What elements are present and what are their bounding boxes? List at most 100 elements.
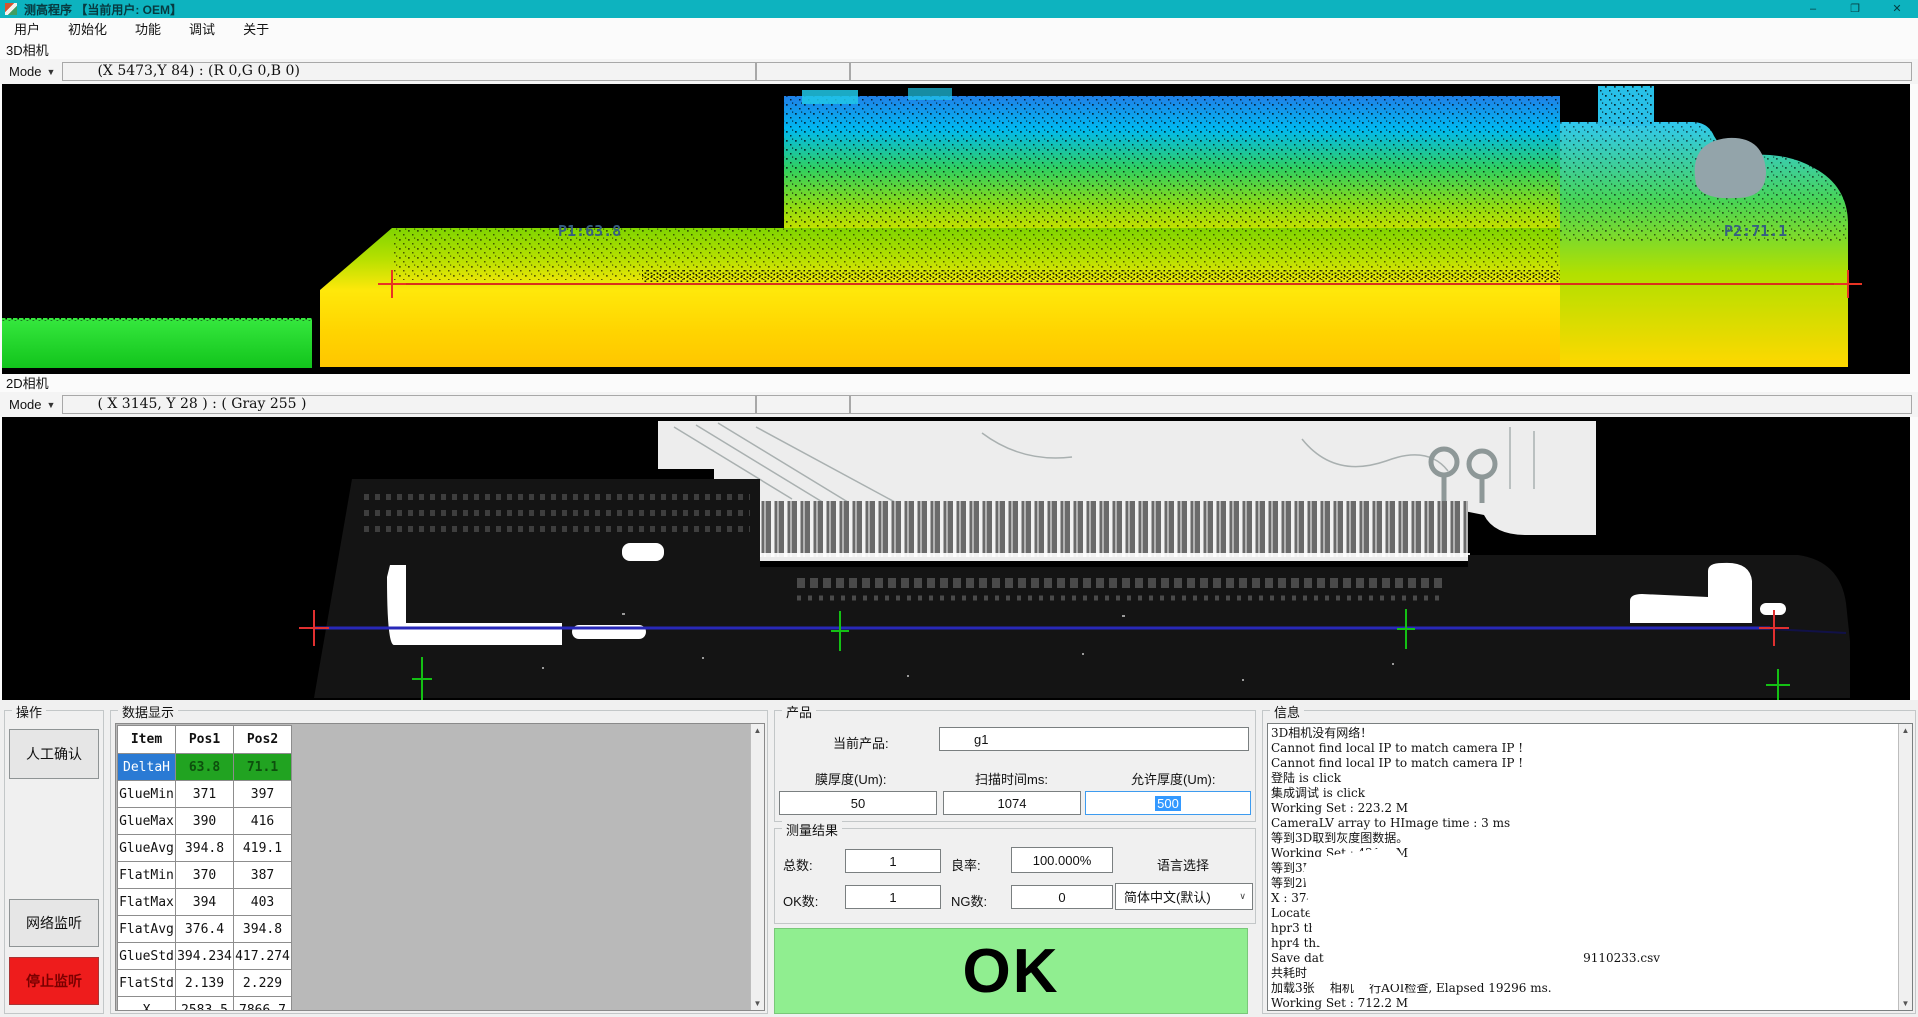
grayscale-2d-image (2, 417, 1910, 700)
info-group-label: 信息 (1270, 702, 1304, 721)
table-row[interactable]: FlatStd 2.139 2.229 (118, 970, 292, 997)
menu-bar: 用户 初始化 功能 调试 关于 (0, 18, 1918, 42)
chevron-down-icon: ∨ (1239, 891, 1246, 902)
scroll-up-icon[interactable]: ▲ (1899, 724, 1912, 737)
total-label: 总数: (783, 855, 813, 874)
menu-item-about[interactable]: 关于 (229, 18, 283, 42)
toolbar-cell (756, 62, 850, 81)
menu-item-debug[interactable]: 调试 (175, 18, 229, 42)
heightmap-3d-image: P1:63.8 P2:71.1 (2, 84, 1910, 374)
product-group-label: 产品 (782, 702, 816, 721)
log-line: 3D相机没有网络！ (1271, 726, 1896, 741)
p1-annotation: P1:63.8 (558, 222, 621, 240)
results-group-label: 测量结果 (782, 820, 842, 839)
table-row[interactable]: FlatMin 370 387 (118, 862, 292, 889)
connector-pins (648, 501, 1468, 557)
window-title: 测高程序 【当前用户: OEM】 (24, 1, 182, 18)
col-header-pos1: Pos1 (176, 726, 234, 754)
app-icon (5, 3, 17, 15)
table-row[interactable]: GlueStd 394.234 417.274 (118, 943, 292, 970)
language-select[interactable]: 简体中文(默认) ∨ (1115, 883, 1253, 910)
table-row[interactable]: GlueMax 390 416 (118, 808, 292, 835)
ng-count-field[interactable]: 0 (1011, 885, 1113, 909)
allow-thickness-field[interactable]: 500 (1085, 791, 1251, 815)
chevron-down-icon: ▼ (47, 400, 56, 410)
mode-dropdown-2d[interactable]: Mode ▼ (2, 393, 62, 416)
scroll-down-icon[interactable]: ▼ (1899, 997, 1912, 1010)
table-row[interactable]: FlatAvg 376.4 394.8 (118, 916, 292, 943)
current-product-label: 当前产品: (833, 733, 889, 752)
mode-label: Mode (9, 397, 42, 412)
ok-count-field[interactable]: 1 (845, 885, 941, 909)
log-scrollbar[interactable]: ▲ ▼ (1898, 724, 1912, 1010)
minimize-icon[interactable]: – (1792, 0, 1834, 18)
camera-3d-toolbar: Mode ▼ (X 5473,Y 84) : (R 0,G 0,B 0) (0, 59, 1918, 84)
network-listen-button[interactable]: 网络监听 (9, 899, 99, 947)
bottom-panel: 操作 人工确认 网络监听 停止监听 数据显示 Item Pos1 Pos2 De… (0, 700, 1918, 1017)
p2-annotation: P2:71.1 (1724, 222, 1787, 240)
table-header-row: Item Pos1 Pos2 (118, 726, 292, 754)
log-line: Cannot find local IP to match camera IP … (1271, 741, 1896, 756)
toolbar-cell (850, 395, 1912, 414)
table-row[interactable]: DeltaH 63.8 71.1 (118, 754, 292, 781)
log-line: 登陆 is click (1271, 771, 1896, 786)
camera-3d-view[interactable]: P1:63.8 P2:71.1 (2, 84, 1910, 374)
camera-2d-toolbar: Mode ▼ ( X 3145, Y 28 ) : ( Gray 255 ) (0, 392, 1918, 417)
camera-3d-section-label: 3D相机 (6, 42, 49, 59)
log-line: 集成调试 is click (1271, 786, 1896, 801)
measurement-table[interactable]: Item Pos1 Pos2 DeltaH 63.8 71.1 GlueMin … (115, 723, 765, 1011)
menu-item-function[interactable]: 功能 (121, 18, 175, 42)
ng-count-label: NG数: (951, 891, 987, 910)
log-line: Working Set : 223.2 M (1271, 801, 1896, 816)
mode-dropdown-3d[interactable]: Mode ▼ (2, 60, 62, 83)
stop-listen-button[interactable]: 停止监听 (9, 957, 99, 1005)
result-status-text: OK (963, 936, 1060, 1007)
col-header-pos2: Pos2 (234, 726, 292, 754)
log-area[interactable]: 3D相机没有网络！ Cannot find local IP to match … (1267, 723, 1913, 1011)
yield-field[interactable]: 100.000% (1011, 847, 1113, 873)
scan-time-field[interactable]: 1074 (943, 791, 1081, 815)
log-line: 等到3D取到灰度图数据。 (1271, 831, 1896, 846)
info-group: 信息 3D相机没有网络！ Cannot find local IP to mat… (1262, 710, 1916, 1014)
col-header-item: Item (118, 726, 176, 754)
film-thickness-field[interactable]: 50 (779, 791, 937, 815)
menu-item-init[interactable]: 初始化 (54, 18, 121, 42)
table-row[interactable]: X 2583.5 7866.7 (118, 997, 292, 1011)
total-field[interactable]: 1 (845, 849, 941, 873)
table-row[interactable]: FlatMax 394 403 (118, 889, 292, 916)
film-thickness-label: 膜厚度(Um): (815, 769, 887, 788)
application-window: 测高程序 【当前用户: OEM】 – ❐ ✕ 用户 初始化 功能 调试 关于 3… (0, 0, 1918, 1017)
close-icon[interactable]: ✕ (1876, 0, 1918, 18)
table-scrollbar[interactable]: ▲ ▼ (750, 724, 764, 1010)
pixel-readout-3d: (X 5473,Y 84) : (R 0,G 0,B 0) (62, 62, 756, 81)
operation-group: 操作 人工确认 网络监听 停止监听 (4, 710, 104, 1014)
redaction-scribble (1330, 962, 1434, 984)
results-group: 测量结果 总数: 1 良率: 100.000% 语言选择 OK数: 1 NG数:… (774, 828, 1256, 924)
allow-thickness-label: 允许厚度(Um): (1131, 769, 1216, 788)
restore-icon[interactable]: ❐ (1834, 0, 1876, 18)
current-product-field[interactable]: g1 (939, 727, 1249, 751)
scan-time-label: 扫描时间ms: (975, 769, 1048, 788)
manual-confirm-button[interactable]: 人工确认 (9, 729, 99, 779)
language-select-label: 语言选择 (1157, 855, 1209, 874)
selected-text: 500 (1155, 796, 1181, 811)
camera-2d-section-label: 2D相机 (6, 375, 49, 392)
product-group: 产品 当前产品: g1 膜厚度(Um): 扫描时间ms: 允许厚度(Um): 5… (774, 710, 1256, 822)
data-display-group-label: 数据显示 (118, 702, 178, 721)
operation-group-label: 操作 (12, 702, 46, 721)
table-row[interactable]: GlueAvg 394.8 419.1 (118, 835, 292, 862)
toolbar-cell (850, 62, 1912, 81)
menu-item-user[interactable]: 用户 (0, 18, 54, 42)
camera-2d-view[interactable] (2, 417, 1910, 700)
toolbar-cell (756, 395, 850, 414)
scroll-down-icon[interactable]: ▼ (751, 997, 764, 1010)
log-line: CameraLV array to HImage time : 3 ms (1271, 816, 1896, 831)
data-display-group: 数据显示 Item Pos1 Pos2 DeltaH 63.8 71.1 Glu… (110, 710, 768, 1014)
log-line: Cannot find local IP to match camera IP … (1271, 756, 1896, 771)
pixel-readout-2d: ( X 3145, Y 28 ) : ( Gray 255 ) (62, 395, 756, 414)
redaction-scribble (1398, 882, 1758, 920)
scroll-up-icon[interactable]: ▲ (751, 724, 764, 737)
log-line: Working Set : 712.2 M (1271, 996, 1896, 1011)
result-status-panel: OK (774, 928, 1248, 1014)
table-row[interactable]: GlueMin 371 397 (118, 781, 292, 808)
